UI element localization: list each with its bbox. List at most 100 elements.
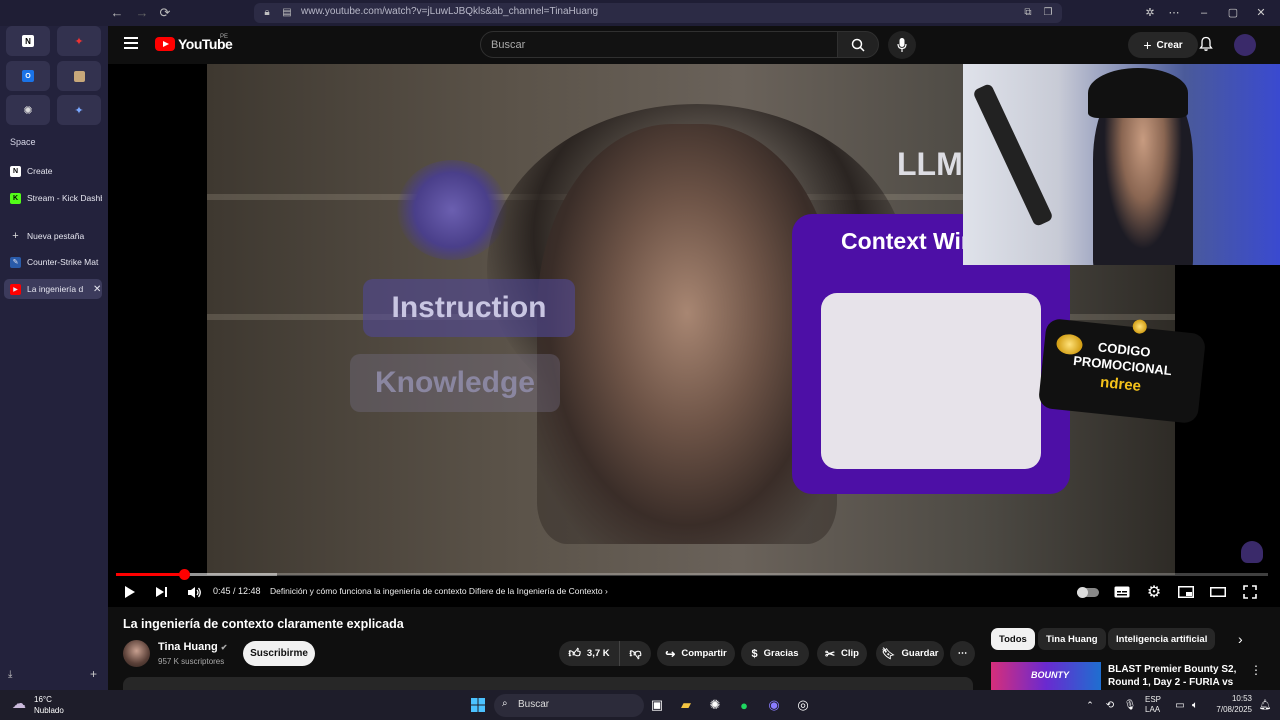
- clock-date[interactable]: 7/08/2025: [1210, 705, 1252, 714]
- sync-icon[interactable]: ⟲: [1100, 695, 1120, 715]
- share-label: Compartir: [681, 648, 727, 659]
- notifications-bell-icon[interactable]: [1198, 36, 1214, 52]
- back-icon[interactable]: ←: [108, 4, 126, 22]
- pinned-chatgpt[interactable]: ✺: [6, 95, 50, 125]
- progress-scrubber[interactable]: [178, 569, 190, 580]
- pinned-notion[interactable]: N: [6, 26, 50, 56]
- search-input[interactable]: Buscar: [480, 31, 838, 58]
- sidebar-tab-youtube[interactable]: ▶ La ingeniería d ✕: [4, 279, 102, 299]
- discord-icon[interactable]: ◉: [764, 695, 784, 715]
- create-label: Crear: [1156, 39, 1183, 51]
- download-icon[interactable]: ⤓: [8, 669, 12, 680]
- youtube-header: YouTube PE Buscar + Crear: [108, 26, 1280, 64]
- share-button[interactable]: ↪ Compartir: [657, 641, 735, 666]
- url-text[interactable]: www.youtube.com/watch?v=jLuwLJBQkls&ab_c…: [301, 6, 598, 17]
- picture-in-picture-icon[interactable]: ⧉: [1022, 7, 1034, 19]
- forward-icon[interactable]: →: [133, 4, 151, 22]
- time-display: 0:45 / 12:48: [213, 586, 261, 596]
- lock-icon[interactable]: 🔒︎: [261, 7, 273, 19]
- language-line-2[interactable]: LAA: [1145, 705, 1160, 714]
- promo-code-badge: CODIGO PROMOCIONAL ndree: [1037, 317, 1207, 425]
- search-button[interactable]: [837, 31, 879, 58]
- thumbs-up-icon: 👍︎: [568, 646, 581, 660]
- notification-center-icon[interactable]: 🔔︎: [1255, 695, 1275, 715]
- chip-tina-huang[interactable]: Tina Huang: [1038, 628, 1106, 650]
- progress-bar[interactable]: [116, 569, 1268, 580]
- pinned-app-2[interactable]: ✦: [57, 26, 101, 56]
- fullscreen-button[interactable]: [1241, 582, 1259, 602]
- spotify-icon[interactable]: ●: [734, 695, 754, 715]
- weather-widget[interactable]: ☁ 16°C Nublado: [12, 693, 102, 717]
- chatgpt-icon: ✺: [23, 104, 33, 117]
- windows-start-icon[interactable]: [468, 695, 488, 715]
- file-explorer-icon[interactable]: ▰: [676, 695, 696, 715]
- channel-name[interactable]: Tina Huang ✔: [158, 641, 227, 653]
- language-line-1[interactable]: ESP: [1145, 695, 1161, 704]
- sidebar-tab-kick[interactable]: K Stream - Kick Dashb: [4, 188, 102, 208]
- thanks-button[interactable]: $ Gracias: [741, 641, 809, 666]
- site-settings-icon[interactable]: ▤: [281, 7, 293, 19]
- recommended-thumbnail[interactable]: BOUNTY: [991, 662, 1101, 690]
- microphone-tray-icon[interactable]: 🎙︎: [1120, 695, 1140, 715]
- channel-avatar[interactable]: [123, 640, 150, 667]
- save-label: Guardar: [901, 648, 939, 659]
- gemini-icon: ✦: [74, 104, 84, 117]
- chip-artificial-intelligence[interactable]: Inteligencia artificial: [1108, 628, 1216, 650]
- close-tab-icon[interactable]: ✕: [93, 284, 101, 295]
- save-button[interactable]: 🔖︎ Guardar: [876, 641, 944, 666]
- video-player[interactable]: Instruction Knowledge LLM Context Window…: [108, 64, 1280, 607]
- chapter-title[interactable]: Definición y cómo funciona la ingeniería…: [270, 586, 608, 596]
- next-button[interactable]: [153, 582, 169, 602]
- subscribe-button[interactable]: Suscribirme: [243, 641, 315, 666]
- chevron-up-icon[interactable]: ⌃: [1080, 695, 1100, 715]
- search-icon: ⌕: [502, 698, 508, 709]
- task-view-icon[interactable]: ▣: [647, 695, 667, 715]
- play-button[interactable]: [122, 582, 138, 602]
- sidebar-tab-create[interactable]: N Create: [4, 161, 102, 181]
- description-box[interactable]: [123, 677, 973, 690]
- voice-search-button[interactable]: [888, 31, 916, 59]
- chevron-right-icon[interactable]: ›: [1238, 631, 1243, 647]
- new-tab-button[interactable]: + Nueva pestaña: [4, 226, 102, 246]
- chatgpt-taskbar-icon[interactable]: ✺: [705, 695, 725, 715]
- more-actions-button[interactable]: ⋯: [950, 641, 975, 666]
- volume-button[interactable]: [185, 582, 203, 602]
- like-count: 3,7 K: [586, 648, 610, 659]
- share-icon: ↪: [665, 646, 676, 661]
- create-button[interactable]: + Crear: [1128, 32, 1198, 58]
- extensions-icon[interactable]: ✲: [1141, 4, 1159, 22]
- like-button[interactable]: 👍︎ 3,7 K: [559, 641, 619, 666]
- pinned-app-4[interactable]: [57, 61, 101, 91]
- pinned-outlook[interactable]: O: [6, 61, 50, 91]
- bookmark-icon: 🔖︎: [881, 648, 896, 660]
- taskbar-search[interactable]: ⌕ Buscar: [494, 694, 644, 717]
- minimize-icon[interactable]: –: [1195, 4, 1213, 22]
- screen: ← → ⟳ 🔒︎ ▤ www.youtube.com/watch?v=jLuwL…: [0, 0, 1280, 720]
- dislike-button[interactable]: 👎︎: [619, 641, 651, 666]
- maximize-icon[interactable]: ▢: [1224, 4, 1242, 22]
- subtitles-button[interactable]: [1113, 582, 1131, 602]
- sidebar-tab-counter-strike[interactable]: ✎ Counter-Strike Mat: [4, 252, 102, 272]
- address-bar[interactable]: 🔒︎ ▤ www.youtube.com/watch?v=jLuwLJBQkls…: [254, 3, 1062, 23]
- account-avatar[interactable]: [1234, 34, 1256, 56]
- pinned-gemini[interactable]: ✦: [57, 95, 101, 125]
- clock-time[interactable]: 10:53: [1212, 694, 1252, 703]
- youtube-logo-icon[interactable]: [155, 37, 175, 51]
- kick-icon: K: [10, 192, 21, 204]
- miniplayer-button[interactable]: [1177, 582, 1195, 602]
- clip-button[interactable]: ✂ Clip: [817, 641, 867, 666]
- theater-mode-button[interactable]: [1209, 582, 1227, 602]
- close-window-icon[interactable]: ✕: [1252, 4, 1270, 22]
- speaker-icon[interactable]: 🔈︎: [1185, 695, 1205, 715]
- add-icon[interactable]: +: [90, 667, 97, 681]
- chip-all[interactable]: Todos: [991, 628, 1035, 650]
- bookmark-icon[interactable]: ❐: [1042, 7, 1054, 19]
- reload-icon[interactable]: ⟳: [156, 4, 174, 22]
- menu-icon[interactable]: [124, 37, 138, 49]
- subscriber-count: 957 K suscriptores: [158, 657, 225, 666]
- recommended-more-icon[interactable]: ⋮: [1250, 663, 1262, 677]
- browser-taskbar-icon[interactable]: ◎: [793, 695, 813, 715]
- settings-button[interactable]: ⚙: [1145, 582, 1163, 602]
- more-menu-icon[interactable]: ⋯: [1165, 4, 1183, 22]
- autoplay-toggle[interactable]: [1077, 582, 1099, 602]
